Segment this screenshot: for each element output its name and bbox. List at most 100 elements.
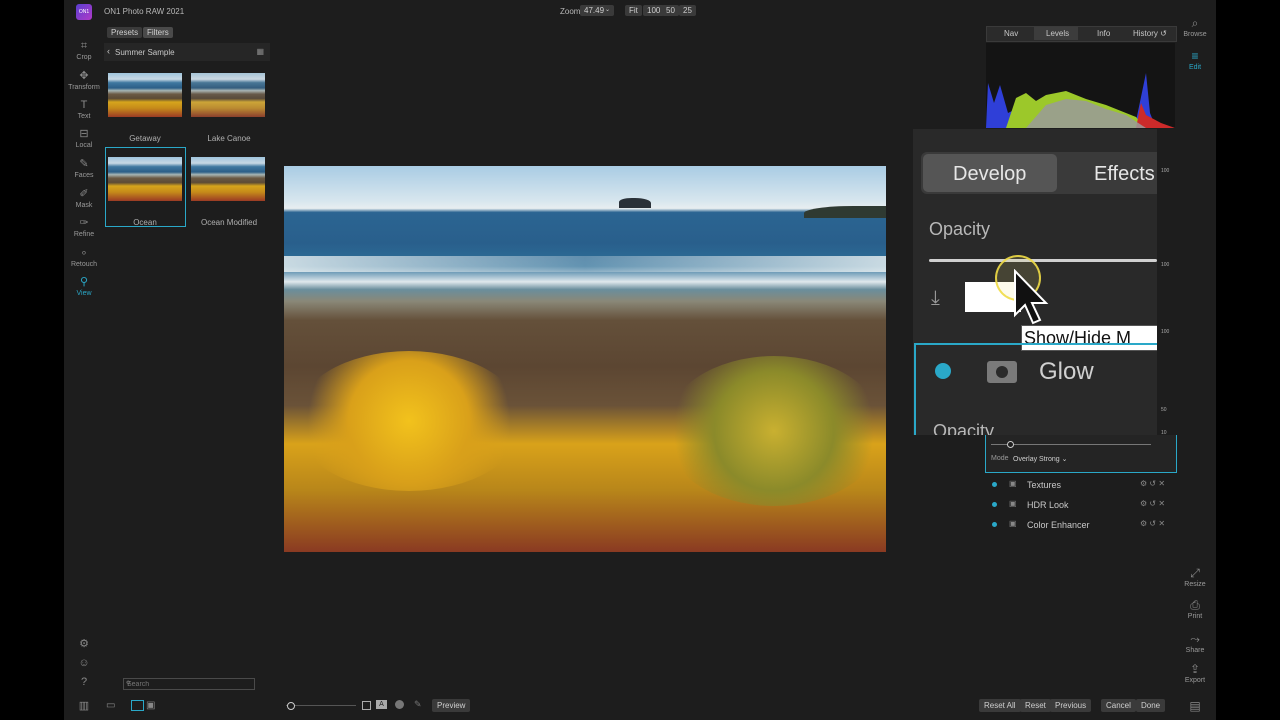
tool-label: Refine <box>73 231 95 238</box>
done-button[interactable]: Done <box>1136 699 1166 712</box>
browse-icon: ⌕ <box>1191 16 1199 30</box>
mask-icon[interactable]: ▣ <box>1009 519 1017 528</box>
folder-header[interactable]: ‹ Summer Sample ▦ <box>104 43 270 61</box>
mask-icon[interactable]: ▣ <box>1009 499 1017 508</box>
filter-actions-icons[interactable]: ⚙ ↺ ✕ <box>1140 499 1165 508</box>
tab-history[interactable]: History ↺ <box>1133 29 1167 38</box>
zoom-fit-button[interactable]: Fit <box>625 5 642 16</box>
tool-retouch[interactable]: ∘ Retouch <box>64 247 104 268</box>
tool-label: Faces <box>74 172 94 179</box>
filter-actions-icons[interactable]: ⚙ ↺ ✕ <box>1140 479 1165 488</box>
filter-row-hdr-look[interactable]: ▣ HDR Look ⚙ ↺ ✕ <box>985 498 1176 516</box>
preset-thumb-ocean[interactable] <box>108 157 182 201</box>
mask-icon[interactable] <box>987 361 1017 383</box>
visibility-dot[interactable] <box>992 482 997 487</box>
tab-presets[interactable]: Presets <box>107 27 143 38</box>
island-rocks <box>619 198 651 208</box>
tool-view[interactable]: ⚲ View <box>64 276 104 297</box>
user-icon[interactable]: ☺ <box>64 657 104 671</box>
help-icon[interactable]: ? <box>64 676 104 690</box>
opacity-slider[interactable] <box>929 259 1157 262</box>
main-photo[interactable] <box>284 166 886 552</box>
tool-transform[interactable]: ✥ Transform <box>64 70 104 91</box>
tool-label: Retouch <box>70 261 98 268</box>
grid-icon[interactable]: ▦ <box>256 47 264 56</box>
zoom-slider-knob[interactable] <box>287 702 295 710</box>
glow-visibility-dot[interactable] <box>935 363 951 379</box>
zoom-25-button[interactable]: 25 <box>679 5 696 16</box>
local-icon: ⊟ <box>79 128 89 140</box>
mouse-pointer-icon <box>1014 269 1049 325</box>
rail-label: Export <box>1184 677 1206 684</box>
tab-filters[interactable]: Filters <box>143 27 173 38</box>
tool-label: Local <box>75 142 93 149</box>
cancel-button[interactable]: Cancel <box>1101 699 1136 712</box>
headland <box>804 206 886 218</box>
tab-info[interactable]: Info <box>1097 29 1110 38</box>
rail-label: Resize <box>1184 581 1206 588</box>
overlay-pen-icon[interactable]: ✎ <box>414 699 422 710</box>
zoom-label: Zoom <box>560 7 581 16</box>
view-compare-icon[interactable] <box>131 700 144 711</box>
rail-export[interactable]: ⇪ Export <box>1174 663 1216 685</box>
view-split-icon[interactable]: ▣ <box>146 700 155 711</box>
previous-button[interactable]: Previous <box>1050 699 1092 712</box>
app-title: ON1 Photo RAW 2021 <box>104 7 185 16</box>
tool-local[interactable]: ⊟ Local <box>64 128 104 149</box>
rail-print[interactable]: ⎙ Print <box>1174 599 1216 621</box>
tool-label: Crop <box>76 54 92 61</box>
visibility-dot[interactable] <box>992 522 997 527</box>
app-logo: ON1 <box>76 4 92 20</box>
zoom-50-button[interactable]: 50 <box>662 5 679 16</box>
rail-label: Browse <box>1183 31 1207 38</box>
filter-actions-icons[interactable]: ⚙ ↺ ✕ <box>1140 519 1165 528</box>
small-slider[interactable] <box>991 444 1151 445</box>
preset-thumb-lake-canoe[interactable] <box>191 73 265 117</box>
rail-browse[interactable]: ⌕ Browse <box>1174 16 1216 39</box>
settings-icon[interactable]: ⚙ <box>64 638 104 652</box>
preset-thumb-ocean-modified[interactable] <box>191 157 265 201</box>
tool-mask[interactable]: ✐ Mask <box>64 188 104 209</box>
rail-label: Edit <box>1188 64 1202 71</box>
zoom-slider[interactable] <box>286 705 356 706</box>
retouch-icon: ∘ <box>80 247 88 259</box>
tab-nav[interactable]: Nav <box>1004 29 1018 38</box>
download-icon[interactable]: ⤓ <box>931 287 940 310</box>
view-single-icon[interactable]: ▭ <box>106 700 115 711</box>
zoom-value-field[interactable]: 47.49 ⌄ <box>580 5 614 16</box>
search-input[interactable] <box>123 678 255 690</box>
tool-text[interactable]: T Text <box>64 99 104 120</box>
wave-foam <box>284 256 886 272</box>
reset-button[interactable]: Reset <box>1020 699 1051 712</box>
preset-thumb-getaway[interactable] <box>108 73 182 117</box>
tab-effects[interactable]: Effects <box>1094 163 1155 186</box>
opacity-label-2: Opacity <box>933 421 995 435</box>
small-slider-knob[interactable] <box>1007 441 1014 448</box>
overlay-text-icon[interactable]: A <box>376 700 387 709</box>
rail-edit[interactable]: ≡ Edit <box>1174 50 1216 72</box>
mask-icon[interactable]: ▣ <box>1009 479 1017 488</box>
tab-develop-label: Develop <box>953 163 1027 185</box>
filter-row-textures[interactable]: ▣ Textures ⚙ ↺ ✕ <box>985 478 1176 496</box>
mode-select[interactable]: Overlay Strong ⌄ <box>1013 455 1068 463</box>
tool-crop[interactable]: ⌗ Crop <box>64 40 104 61</box>
rail-share[interactable]: ⤳ Share <box>1174 633 1216 655</box>
flowers-left <box>294 351 524 491</box>
tool-faces[interactable]: ✎ Faces <box>64 158 104 179</box>
opacity-label: Opacity <box>929 219 991 239</box>
panel-toggle-icon[interactable]: ▥ <box>64 700 104 714</box>
rail-resize[interactable]: ⤢ Resize <box>1174 567 1216 589</box>
overlay-circle-icon[interactable] <box>395 700 404 709</box>
visibility-dot[interactable] <box>992 502 997 507</box>
rail-label: Print <box>1187 613 1203 620</box>
overlay-none-icon[interactable] <box>362 701 371 710</box>
tool-refine[interactable]: ✑ Refine <box>64 217 104 238</box>
histogram-red <box>1136 103 1175 128</box>
filter-name: Color Enhancer <box>1027 520 1090 530</box>
refine-icon: ✑ <box>79 217 89 229</box>
value-100-b: 100 <box>1161 262 1170 268</box>
right-panel-toggle-icon[interactable]: ▤ <box>1174 700 1216 714</box>
reset-all-button[interactable]: Reset All <box>979 699 1021 712</box>
preview-button[interactable]: Preview <box>432 699 471 712</box>
filter-row-color-enhancer[interactable]: ▣ Color Enhancer ⚙ ↺ ✕ <box>985 518 1176 536</box>
